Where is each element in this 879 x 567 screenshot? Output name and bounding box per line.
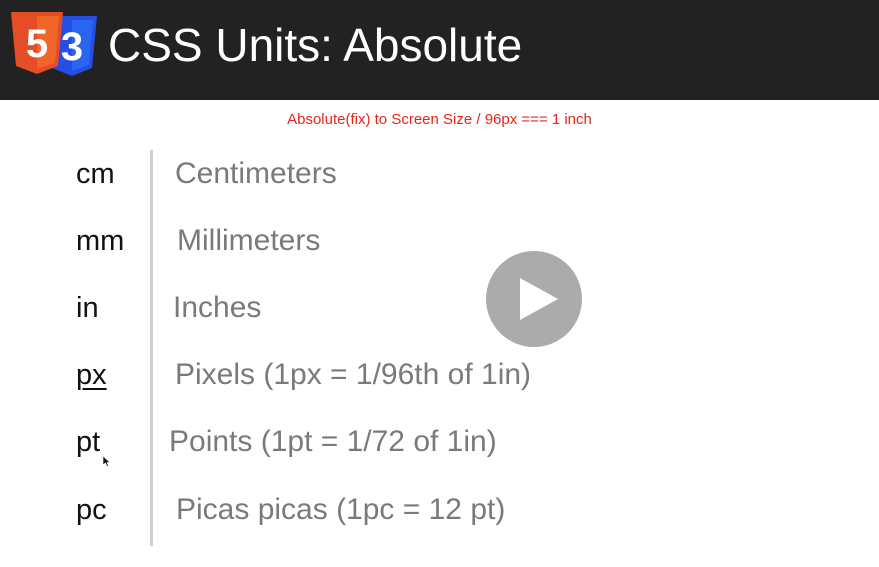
unit-description: Picas picas (1pc = 12 pt) (176, 493, 506, 526)
unit-description: Inches (173, 291, 262, 324)
unit-row-pt: pt Points (1pt = 1/72 of 1in) (0, 418, 879, 466)
unit-row-in: in Inches (0, 284, 879, 332)
unit-name: cm (76, 158, 115, 190)
unit-description: Points (1pt = 1/72 of 1in) (169, 425, 497, 458)
unit-description: Centimeters (175, 157, 337, 190)
html5-css3-logo-icon: 3 5 (11, 12, 97, 76)
play-icon (520, 278, 558, 320)
mouse-cursor-icon (103, 456, 111, 467)
unit-name: in (76, 292, 99, 324)
unit-row-mm: mm Millimeters (0, 217, 879, 265)
unit-name: px (76, 359, 107, 391)
slide-header: 3 5 CSS Units: Absolute (0, 0, 879, 100)
unit-description: Millimeters (177, 224, 321, 257)
html5-logo-label: 5 (26, 22, 48, 66)
unit-description: Pixels (1px = 1/96th of 1in) (175, 358, 532, 391)
unit-name: pc (76, 494, 107, 526)
css3-logo-label: 3 (61, 25, 83, 69)
unit-row-px: px Pixels (1px = 1/96th of 1in) (0, 351, 879, 399)
unit-row-cm: cm Centimeters (0, 150, 879, 198)
play-button[interactable] (486, 251, 582, 347)
slide-title: CSS Units: Absolute (108, 19, 523, 71)
slide-subtitle: Absolute(fix) to Screen Size / 96px === … (287, 111, 592, 128)
unit-name: pt (76, 426, 101, 458)
unit-row-pc: pc Picas picas (1pc = 12 pt) (0, 486, 879, 534)
unit-name: mm (76, 225, 125, 257)
